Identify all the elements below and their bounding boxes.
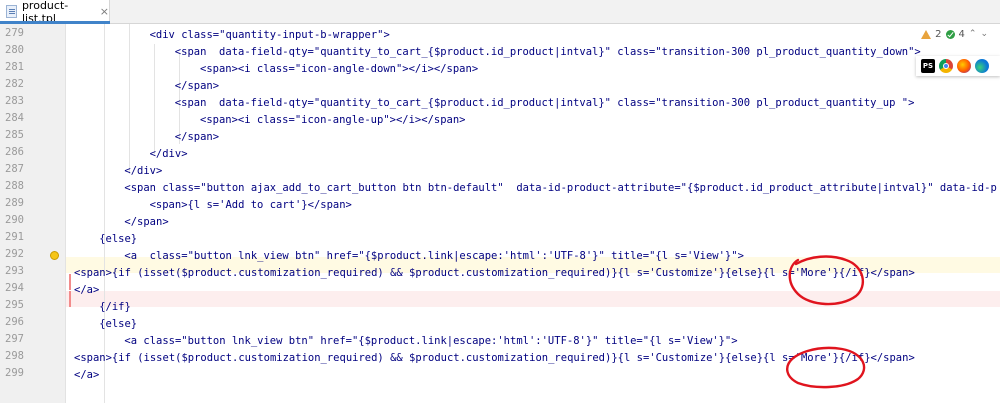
line-number: 298 bbox=[5, 350, 24, 362]
inspection-widget[interactable]: 2 4 ⌃ ⌄ bbox=[921, 27, 988, 41]
line-number: 285 bbox=[5, 129, 24, 141]
code-line: <span><i class="icon-angle-down"></i></s… bbox=[200, 63, 479, 75]
code-line: </span> bbox=[124, 216, 169, 228]
browser-preview-toolbar: PS bbox=[916, 56, 1000, 76]
code-line: </div> bbox=[149, 148, 188, 160]
line-number: 289 bbox=[5, 197, 24, 209]
annotation-circle bbox=[788, 255, 865, 306]
code-line: <span data-field-qty="quantity_to_cart_{… bbox=[174, 46, 921, 58]
check-icon bbox=[945, 29, 955, 39]
code-line: {/if} bbox=[99, 301, 131, 313]
error-marker bbox=[69, 291, 71, 307]
phpstorm-icon[interactable]: PS bbox=[921, 59, 935, 73]
line-number: 284 bbox=[5, 112, 24, 124]
line-number: 295 bbox=[5, 299, 24, 311]
line-number: 293 bbox=[5, 265, 24, 277]
edge-icon[interactable] bbox=[975, 59, 989, 73]
code-line: <span>{l s='Add to cart'}</span> bbox=[149, 199, 352, 211]
code-line: </span> bbox=[174, 80, 220, 92]
file-tab[interactable]: product-list.tpl × bbox=[0, 0, 110, 25]
close-tab-icon[interactable]: × bbox=[100, 5, 109, 18]
line-number: 292 bbox=[5, 248, 24, 260]
line-number: 291 bbox=[5, 231, 24, 243]
warning-icon bbox=[921, 29, 932, 39]
chrome-icon[interactable] bbox=[939, 59, 953, 73]
line-number: 281 bbox=[5, 61, 24, 73]
line-number: 290 bbox=[5, 214, 24, 226]
chevron-down-icon[interactable]: ⌄ bbox=[980, 29, 988, 39]
code-line: </a> bbox=[74, 284, 100, 296]
code-line: {else} bbox=[99, 233, 138, 245]
line-number: 279 bbox=[5, 27, 24, 39]
indent-guide bbox=[129, 24, 130, 174]
code-line: <div class="quantity-input-b-wrapper"> bbox=[149, 29, 390, 41]
chevron-up-icon[interactable]: ⌃ bbox=[969, 29, 977, 39]
line-number: 283 bbox=[5, 95, 24, 107]
line-number: 299 bbox=[5, 367, 24, 379]
code-line: </span> bbox=[174, 131, 220, 143]
annotation-circle bbox=[786, 346, 866, 389]
ok-count: 4 bbox=[958, 28, 965, 40]
line-number: 297 bbox=[5, 333, 24, 345]
code-line: </a> bbox=[74, 369, 100, 381]
file-icon bbox=[6, 5, 17, 18]
line-number: 287 bbox=[5, 163, 24, 175]
line-number: 288 bbox=[5, 180, 24, 192]
firefox-icon[interactable] bbox=[957, 59, 971, 73]
error-marker bbox=[69, 274, 71, 290]
line-number: 296 bbox=[5, 316, 24, 328]
code-line: <span class="button ajax_add_to_cart_but… bbox=[124, 182, 997, 194]
indent-guide bbox=[104, 24, 105, 403]
indent-guide bbox=[154, 44, 155, 154]
code-line: <span data-field-qty="quantity_to_cart_{… bbox=[174, 97, 915, 109]
line-number: 282 bbox=[5, 78, 24, 90]
code-line: </div> bbox=[124, 165, 163, 177]
line-number: 280 bbox=[5, 44, 24, 56]
code-line: <a class="button lnk_view btn" href="{$p… bbox=[124, 250, 744, 262]
code-line: {else} bbox=[99, 318, 138, 330]
code-line: <a class="button lnk_view btn" href="{$p… bbox=[124, 335, 738, 347]
lightbulb-icon[interactable] bbox=[50, 251, 59, 260]
editor-tab-bar: product-list.tpl × bbox=[0, 0, 1000, 25]
warning-count: 2 bbox=[935, 28, 942, 40]
line-number: 286 bbox=[5, 146, 24, 158]
code-line: <span><i class="icon-angle-up"></i></spa… bbox=[200, 114, 466, 126]
line-number-gutter: 279 280 281 282 283 284 285 286 287 288 289 290 291 2… bbox=[0, 24, 66, 403]
line-number: 294 bbox=[5, 282, 24, 294]
